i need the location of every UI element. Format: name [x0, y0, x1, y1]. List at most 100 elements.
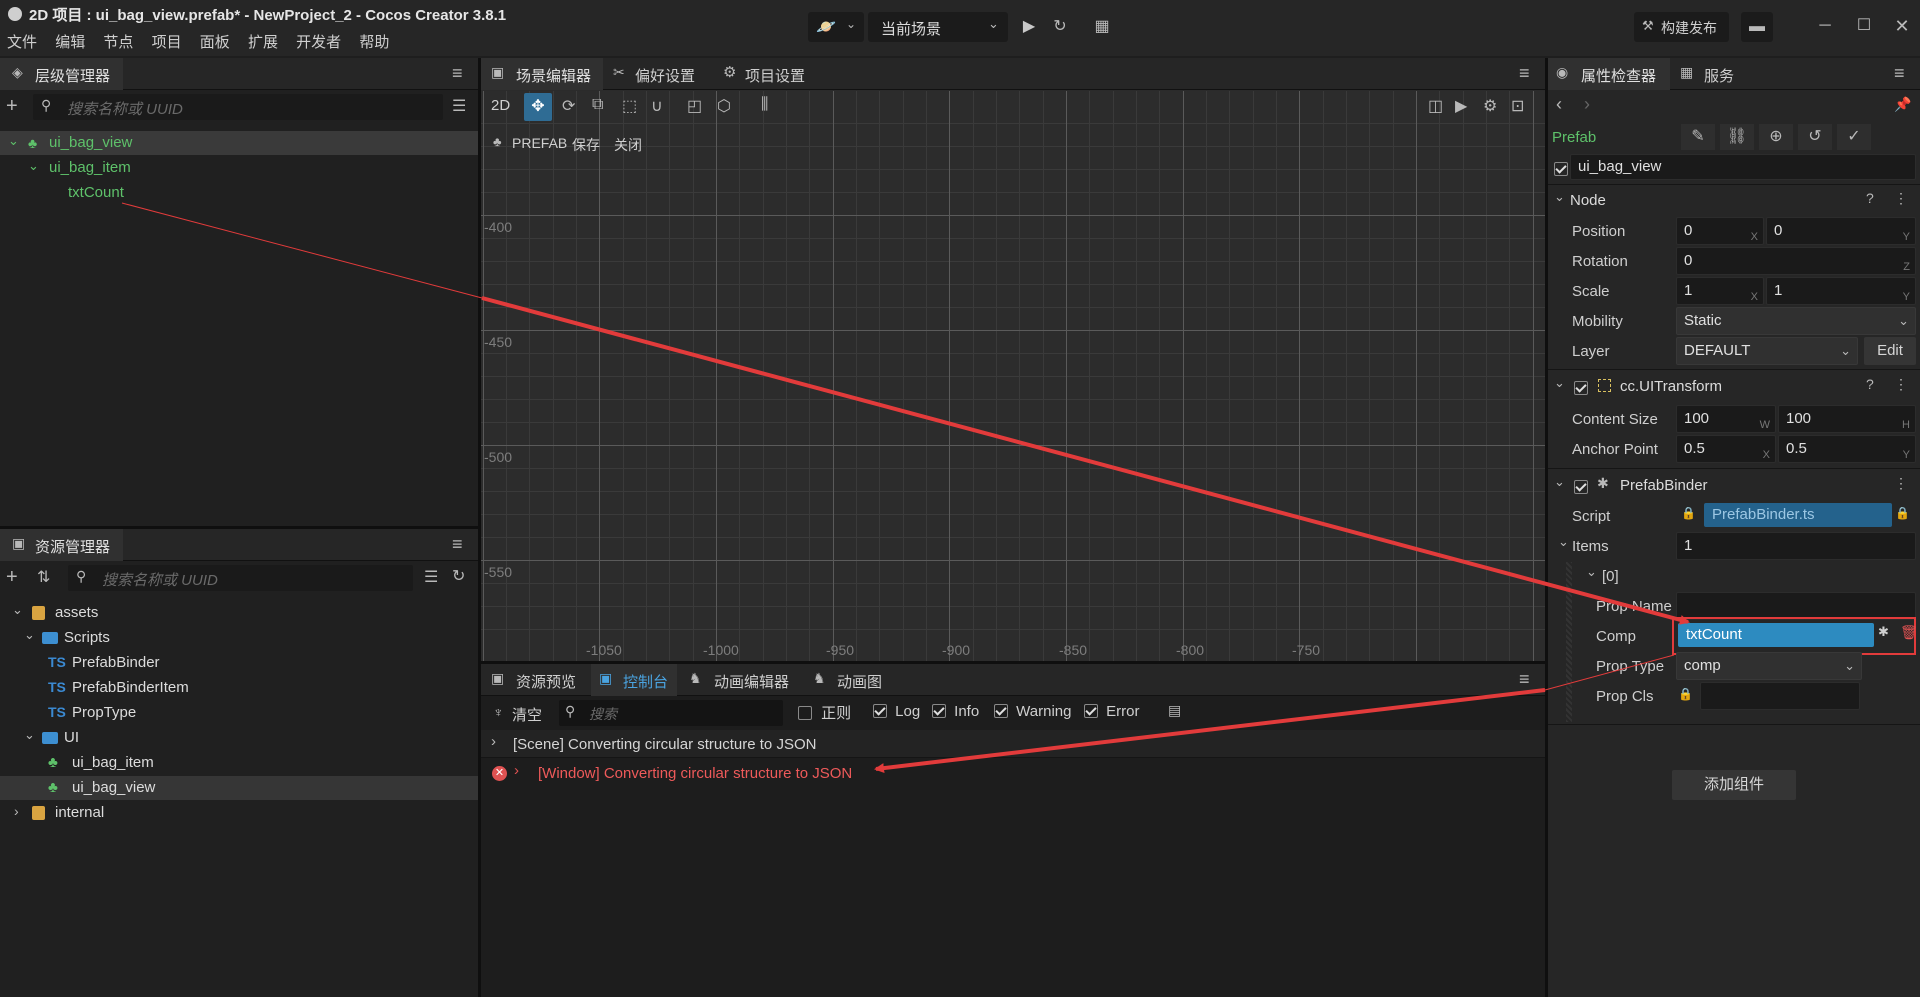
asset-row[interactable]: TS PrefabBinder [0, 651, 478, 675]
edit-prefab-icon[interactable]: ✎ [1681, 124, 1715, 150]
tab-services[interactable]: ▦ 服务 [1674, 58, 1744, 90]
revert-icon[interactable]: ↺ [1798, 124, 1832, 150]
tab-project-settings[interactable]: ⚙ 项目设置 [717, 58, 823, 90]
tab-hierarchy[interactable]: ◈ 层级管理器 [0, 58, 123, 90]
menu-developer[interactable]: 开发者 [296, 34, 341, 51]
menu-edit[interactable]: 编辑 [55, 34, 85, 51]
anchor-x-input[interactable]: 0.5 X [1676, 435, 1776, 463]
checkbox[interactable] [994, 704, 1008, 719]
asset-row[interactable]: ⌄ assets [0, 601, 478, 625]
checkbox[interactable] [1084, 704, 1098, 719]
width-input[interactable]: 100 W [1676, 405, 1776, 433]
maximize-icon[interactable]: ☐ [1850, 12, 1878, 40]
chevron-down-icon[interactable]: ⌄ [1558, 534, 1569, 550]
asset-row[interactable]: TS PropType [0, 701, 478, 725]
menu-icon[interactable]: ≡ [452, 534, 463, 555]
help-icon[interactable]: ? [1866, 190, 1874, 206]
prefab-close-button[interactable]: 关闭 [614, 135, 642, 155]
clear-button[interactable]: ♆ 清空 [493, 700, 549, 726]
delete-icon[interactable]: 🗑 [1900, 624, 1918, 641]
menu-help[interactable]: 帮助 [359, 34, 389, 51]
scene-select[interactable]: 当前场景 ⌄ [868, 12, 1008, 42]
view-icon[interactable]: ◫ [1428, 96, 1443, 116]
add-icon[interactable]: + [6, 95, 18, 118]
layer-select[interactable]: DEFAULT ⌄ [1676, 337, 1858, 365]
rect-tool-icon[interactable]: ⬚ [622, 96, 637, 116]
tab-asset-preview[interactable]: ▣ 资源预览 [481, 664, 587, 696]
chevron-down-icon[interactable]: ⌄ [24, 727, 35, 743]
chevron-down-icon[interactable]: ⌄ [1554, 375, 1565, 391]
menu-icon[interactable]: ≡ [1519, 63, 1530, 84]
prop-type-select[interactable]: comp ⌄ [1676, 652, 1862, 680]
asset-row-selected[interactable]: ♣ ui_bag_view [0, 776, 478, 800]
collapse-tree-icon[interactable]: ☰ [424, 567, 438, 587]
tab-assets[interactable]: ▣ 资源管理器 [0, 529, 123, 561]
prop-name-input[interactable] [1676, 592, 1916, 620]
tree-row-selected[interactable]: ⌄ ♣ ui_bag_view [0, 131, 478, 155]
chevron-down-icon[interactable]: ⌄ [1554, 189, 1565, 205]
component-picker-icon[interactable]: ✱ [1878, 624, 1889, 640]
component-enabled-checkbox[interactable] [1574, 480, 1588, 495]
tree-row[interactable]: txtCount [0, 181, 478, 205]
comp-field[interactable]: txtCount [1678, 623, 1874, 647]
more-icon[interactable]: ⋮ [1894, 190, 1908, 207]
gear-icon[interactable]: ⚙ [1483, 96, 1497, 116]
console-message-error[interactable]: ✕ › [Window] Converting circular structu… [481, 759, 1545, 787]
node-name-input[interactable]: ui_bag_view [1570, 154, 1916, 180]
mobility-select[interactable]: Static ⌄ [1676, 307, 1916, 335]
scale-y-input[interactable]: 1Y [1766, 277, 1916, 305]
qrcode-icon[interactable]: ▦ [1089, 12, 1115, 42]
close-icon[interactable]: ✕ [1888, 12, 1916, 40]
error-filter-checkbox[interactable]: Error [1084, 702, 1140, 720]
gizmo-icon[interactable]: ⊡ [1511, 96, 1524, 116]
asset-row[interactable]: ♣ ui_bag_item [0, 751, 478, 775]
tree-row[interactable]: ⌄ ui_bag_item [0, 156, 478, 180]
chevron-right-icon[interactable]: › [491, 733, 496, 750]
apply-icon[interactable]: ✓ [1837, 124, 1871, 150]
menu-panel[interactable]: 面板 [200, 34, 230, 51]
menu-icon[interactable]: ≡ [1519, 669, 1530, 690]
cube-icon[interactable]: ⬡ [717, 96, 731, 116]
node-section-header[interactable]: ⌄ Node ? ⋮ [1548, 185, 1920, 215]
back-icon[interactable]: ‹ [1556, 94, 1562, 115]
platform-select[interactable]: 🪐 ⌄ [808, 12, 864, 42]
uitransform-header[interactable]: ⌄ cc.UITransform ? ⋮ [1548, 370, 1920, 402]
refresh-icon[interactable]: ↻ [452, 566, 465, 586]
add-icon[interactable]: + [6, 566, 18, 589]
scale-tool-icon[interactable]: ⧉ [592, 96, 603, 114]
tab-animation-graph[interactable]: ♞ 动画图 [807, 664, 893, 696]
build-button[interactable]: ⚒ 构建发布 [1634, 12, 1729, 42]
tab-animation-editor[interactable]: ♞ 动画编辑器 [681, 664, 801, 696]
sort-icon[interactable]: ⇅ [37, 567, 50, 587]
rotate-tool-icon[interactable]: ⟳ [562, 96, 575, 116]
script-field[interactable]: PrefabBinder.ts [1704, 503, 1892, 527]
tab-inspector[interactable]: ◉ 属性检查器 [1548, 58, 1670, 90]
position-y-input[interactable]: 0Y [1766, 217, 1916, 245]
checkbox[interactable] [873, 704, 887, 719]
scale-x-input[interactable]: 1X [1676, 277, 1764, 305]
chevron-down-icon[interactable]: ⌄ [8, 133, 19, 149]
tab-scene-editor[interactable]: ▣ 场景编辑器 [481, 58, 603, 90]
hierarchy-search-input[interactable]: ⚲ 搜索名称或 UUID [33, 94, 443, 120]
mode-2d-button[interactable]: 2D [491, 97, 510, 114]
play-icon[interactable]: ▶ [1016, 12, 1042, 42]
warning-filter-checkbox[interactable]: Warning [994, 702, 1071, 720]
height-input[interactable]: 100 H [1778, 405, 1916, 433]
assets-search-input[interactable]: ⚲ 搜索名称或 UUID [68, 565, 413, 591]
refresh-icon[interactable]: ↻ [1047, 12, 1073, 42]
folder-icon[interactable]: ▬ [1741, 12, 1773, 42]
chevron-down-icon[interactable]: ⌄ [12, 602, 23, 618]
console-search-input[interactable]: ⚲ 搜索 [559, 700, 783, 726]
tab-preferences[interactable]: ✂ 偏好设置 [605, 58, 711, 90]
scene-viewport[interactable]: -400 -450 -500 -550 -1050 -1000 -950 -90… [481, 91, 1545, 661]
items-count-input[interactable]: 1 [1676, 532, 1916, 560]
component-enabled-checkbox[interactable] [1574, 381, 1588, 396]
log-file-icon[interactable]: ▤ [1168, 702, 1181, 719]
align-icon[interactable]: ⫼ [761, 96, 768, 114]
menu-file[interactable]: 文件 [7, 34, 37, 51]
pin-icon[interactable]: 📌 [1894, 96, 1911, 113]
node-active-checkbox[interactable] [1554, 162, 1568, 177]
more-icon[interactable]: ⋮ [1894, 475, 1908, 492]
tab-console[interactable]: ▣ 控制台 [591, 664, 677, 696]
menu-icon[interactable]: ≡ [452, 63, 463, 84]
